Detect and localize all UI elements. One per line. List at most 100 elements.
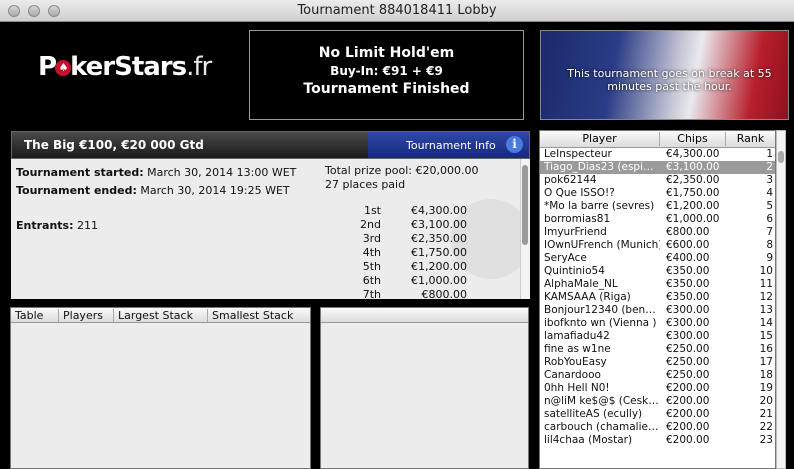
- player-chips: €250.00: [666, 369, 710, 381]
- player-chips: €250.00: [666, 356, 710, 368]
- player-chips: €200.00: [666, 434, 710, 446]
- col-table[interactable]: Table: [11, 309, 59, 322]
- player-row[interactable]: Canardooo €250.00 18: [540, 369, 775, 382]
- player-name: ibofknto wn (Vienna ): [544, 317, 657, 329]
- player-name: SeryAce: [544, 252, 587, 264]
- col-rank[interactable]: Rank: [726, 132, 775, 146]
- player-rank: 7: [766, 226, 773, 238]
- game-type: No Limit Hold'em: [318, 45, 455, 61]
- tournament-status: Tournament Finished: [303, 81, 470, 97]
- lobby: P ♠kerStars.fr No Limit Hold'em Buy-In: €…: [0, 22, 794, 469]
- col-largest-stack[interactable]: Largest Stack: [114, 309, 208, 322]
- player-name: pok62144: [544, 174, 597, 186]
- player-rank: 11: [759, 278, 773, 290]
- details-scrollbar[interactable]: [520, 159, 530, 299]
- player-rank: 9: [766, 252, 773, 264]
- player-row[interactable]: O Que ISSO!? €1,750.00 4: [540, 187, 775, 200]
- tab-tournament-info[interactable]: Tournament Info i: [368, 132, 529, 158]
- player-chips: €400.00: [666, 252, 710, 264]
- player-chips: €250.00: [666, 343, 710, 355]
- player-name: borromias81: [544, 213, 611, 225]
- player-row[interactable]: ImyurFriend €800.00 7: [540, 226, 775, 239]
- scroll-thumb[interactable]: [522, 165, 528, 245]
- tournament-details: Tournament started: March 30, 2014 13:00…: [11, 159, 530, 299]
- player-name: n@liM ke$@$ (Cesk…: [544, 395, 659, 407]
- player-name: IOwnUFrench (Munich): [544, 239, 660, 251]
- col-players[interactable]: Players: [59, 309, 114, 322]
- tab-label: Tournament Info: [406, 139, 496, 152]
- places-paid: 27 places paid: [325, 178, 406, 191]
- player-row[interactable]: SeryAce €400.00 9: [540, 252, 775, 265]
- player-row[interactable]: AlphaMale_NL €350.00 11: [540, 278, 775, 291]
- payout-row: 3rd €2,350.00: [362, 232, 467, 245]
- players-list: Player Chips Rank LeInspecteur €4,300.00 1…: [539, 130, 776, 469]
- player-name: ImyurFriend: [544, 226, 607, 238]
- player-chips: €350.00: [666, 291, 710, 303]
- player-name: satelliteAS (ecully): [544, 408, 643, 420]
- player-chips: €1,750.00: [666, 187, 720, 199]
- player-row[interactable]: satelliteAS (ecully) €200.00 21: [540, 408, 775, 421]
- col-player[interactable]: Player: [540, 132, 660, 146]
- player-row[interactable]: borromias81 €1,000.00 6: [540, 213, 775, 226]
- player-rank: 13: [759, 304, 773, 316]
- player-row[interactable]: fine as w1ne €250.00 16: [540, 343, 775, 356]
- player-row[interactable]: LeInspecteur €4,300.00 1: [540, 148, 775, 161]
- player-name: RobYouEasy: [544, 356, 607, 368]
- player-row[interactable]: IOwnUFrench (Munich) €600.00 8: [540, 239, 775, 252]
- player-row[interactable]: n@liM ke$@$ (Cesk… €200.00 20: [540, 395, 775, 408]
- player-name: AlphaMale_NL: [544, 278, 618, 290]
- player-rank: 10: [759, 265, 773, 277]
- tournament-header: The Big €100, €20 000 Gtd Tournament Inf…: [11, 131, 530, 159]
- game-info-box: No Limit Hold'em Buy-In: €91 + €9 Tourna…: [249, 30, 524, 120]
- payout-row: 6th €1,000.00: [362, 274, 467, 287]
- player-row[interactable]: ibofknto wn (Vienna ) €300.00 14: [540, 317, 775, 330]
- player-name: Canardooo: [544, 369, 601, 381]
- entrants-label: Entrants:: [16, 219, 74, 232]
- player-row[interactable]: Tiago_Dias23 (espi… €3,100.00 2: [540, 161, 775, 174]
- player-rank: 16: [759, 343, 773, 355]
- payout-row: 5th €1,200.00: [362, 260, 467, 273]
- player-name: LeInspecteur: [544, 148, 612, 160]
- player-row[interactable]: carbouch (chamalie… €200.00 22: [540, 421, 775, 434]
- col-chips[interactable]: Chips: [660, 132, 726, 146]
- payout-row: 7th €800.00: [362, 288, 467, 299]
- player-rank: 14: [759, 317, 773, 329]
- player-rank: 5: [766, 200, 773, 212]
- player-name: lil4chaa (Mostar): [544, 434, 633, 446]
- player-row[interactable]: pok62144 €2,350.00 3: [540, 174, 775, 187]
- player-row[interactable]: KAMSAAA (Riga) €350.00 12: [540, 291, 775, 304]
- player-row[interactable]: lil4chaa (Mostar) €200.00 23: [540, 434, 775, 447]
- player-row[interactable]: lamafiadu42 €300.00 15: [540, 330, 775, 343]
- player-name: Tiago_Dias23 (espi…: [544, 161, 654, 173]
- player-rank: 1: [766, 148, 773, 160]
- players-header: Player Chips Rank: [540, 131, 775, 148]
- player-chips: €350.00: [666, 278, 710, 290]
- tables-panel: Table Players Largest Stack Smallest Sta…: [10, 307, 311, 469]
- player-rank: 19: [759, 382, 773, 394]
- player-rank: 17: [759, 356, 773, 368]
- player-chips: €200.00: [666, 408, 710, 420]
- pokerstars-logo: P ♠kerStars.fr: [38, 52, 212, 82]
- window-titlebar: Tournament 884018411 Lobby: [0, 0, 794, 22]
- player-name: 0hh Hell N0!: [544, 382, 610, 394]
- buy-in: Buy-In: €91 + €9: [330, 64, 443, 78]
- player-name: Quintinio54: [544, 265, 605, 277]
- players-scrollbar[interactable]: [776, 130, 786, 469]
- player-name: fine as w1ne: [544, 343, 611, 355]
- scroll-thumb[interactable]: [778, 151, 784, 163]
- player-row[interactable]: Bonjour12340 (ben… €300.00 13: [540, 304, 775, 317]
- player-row[interactable]: Quintinio54 €350.00 10: [540, 265, 775, 278]
- entrants-value: 211: [77, 219, 98, 232]
- player-row[interactable]: RobYouEasy €250.00 17: [540, 356, 775, 369]
- player-name: *Mo la barre (sevres): [544, 200, 655, 212]
- player-row[interactable]: 0hh Hell N0! €200.00 19: [540, 382, 775, 395]
- player-chips: €300.00: [666, 304, 710, 316]
- player-chips: €200.00: [666, 421, 710, 433]
- col-smallest-stack[interactable]: Smallest Stack: [208, 309, 310, 322]
- info-icon[interactable]: i: [506, 136, 523, 153]
- player-chips: €1,200.00: [666, 200, 720, 212]
- player-chips: €1,000.00: [666, 213, 720, 225]
- player-row[interactable]: *Mo la barre (sevres) €1,200.00 5: [540, 200, 775, 213]
- player-name: KAMSAAA (Riga): [544, 291, 631, 303]
- player-chips: €600.00: [666, 239, 710, 251]
